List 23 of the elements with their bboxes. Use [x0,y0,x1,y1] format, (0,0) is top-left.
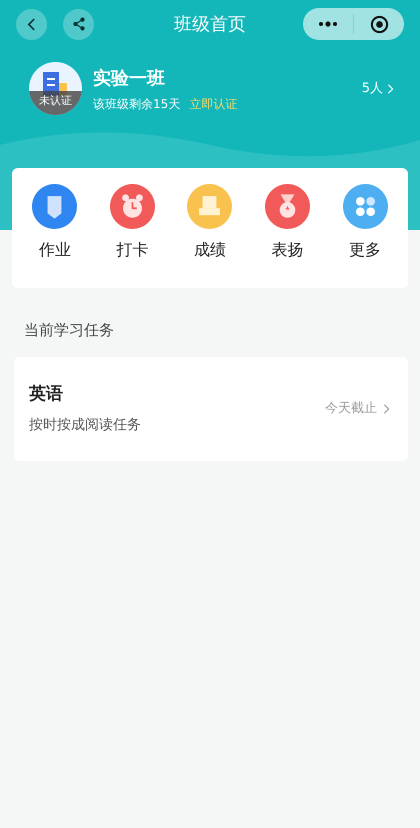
back-button[interactable] [16,8,47,40]
share-icon [72,17,86,31]
class-name: 实验一班 [93,66,166,90]
remaining-days: 该班级剩余15天 [93,94,180,112]
unverified-badge: 未认证 [29,91,82,115]
chevron-right-icon [383,403,390,415]
page-title: 班级首页 [174,12,246,36]
menu-item[interactable]: 成绩 [171,184,249,288]
capsule-menu[interactable] [303,8,404,40]
task-description: 按时按成阅读任务 [29,416,141,436]
share-button[interactable] [63,8,94,40]
task-card[interactable]: 英语 按时按成阅读任务 今天截止 [14,357,408,461]
task-deadline: 今天截止 [325,400,377,418]
chevron-right-icon [387,82,394,94]
target-icon [370,14,389,34]
more-dots-icon [318,21,338,27]
section-title: 当前学习任务 [24,320,114,341]
task-subject: 英语 [29,382,64,406]
back-icon [27,16,36,32]
menu-item[interactable]: 作业 [16,184,94,288]
menu-item[interactable]: 打卡 [94,184,172,288]
menu-item[interactable]: 表扬 [248,184,326,288]
menu-item[interactable]: 更多 [326,184,404,288]
